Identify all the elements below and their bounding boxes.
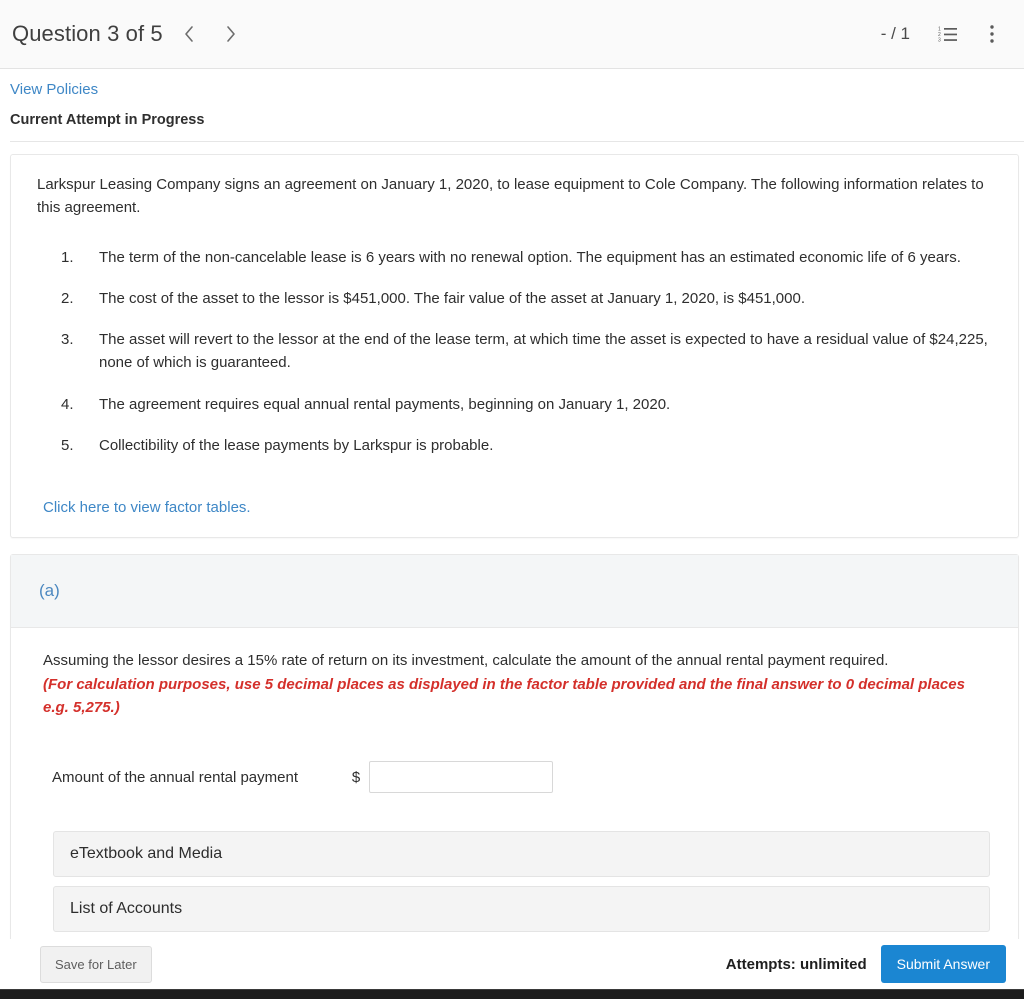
submit-answer-button[interactable]: Submit Answer — [880, 945, 1006, 983]
list-item: The term of the non-cancelable lease is … — [61, 246, 961, 270]
factor-tables-link-wrap: Click here to view factor tables. — [43, 499, 996, 517]
list-item: Collectibility of the lease payments by … — [61, 434, 494, 458]
question-subheader: View Policies Current Attempt in Progres… — [0, 69, 1024, 142]
attempts-status: Attempts: unlimited — [725, 955, 867, 973]
problem-facts-list: The term of the non-cancelable lease is … — [27, 246, 996, 458]
problem-card-body: Larkspur Leasing Company signs an agreem… — [11, 155, 1018, 537]
chevron-left-icon[interactable] — [179, 24, 199, 44]
part-a-body: Assuming the lessor desires a 15% rate o… — [11, 628, 1018, 950]
attempt-status: Current Attempt in Progress — [10, 112, 1024, 142]
problem-intro: Larkspur Leasing Company signs an agreem… — [37, 176, 984, 217]
answer-row: Amount of the annual rental payment $ — [43, 761, 992, 793]
vertical-ellipsis-icon[interactable] — [980, 22, 1004, 46]
save-for-later-button[interactable]: Save for Later — [40, 945, 152, 983]
list-item: The cost of the asset to the lessor is $… — [61, 287, 805, 311]
page-title: Question 3 of 5 — [12, 21, 163, 46]
score-display: - / 1 — [880, 24, 910, 43]
part-a-prompt-note: (For calculation purposes, use 5 decimal… — [43, 675, 965, 716]
os-taskbar-strip — [0, 989, 1024, 999]
list-item: The asset will revert to the lessor at t… — [61, 328, 988, 372]
view-policies-link[interactable]: View Policies — [10, 81, 98, 98]
resource-panels: eTextbook and Media List of Accounts — [43, 831, 992, 932]
part-a-label: (a) — [39, 581, 60, 600]
problem-card: Larkspur Leasing Company signs an agreem… — [10, 154, 1019, 538]
annual-rental-payment-input[interactable] — [369, 761, 553, 793]
currency-symbol: $ — [351, 768, 361, 786]
etextbook-and-media-panel[interactable]: eTextbook and Media — [53, 831, 990, 877]
question-navigation — [179, 24, 241, 44]
factor-tables-link[interactable]: Click here to view factor tables. — [43, 499, 251, 516]
question-header-bar: Question 3 of 5 - / 1 1 2 3 — [0, 0, 1024, 69]
chevron-right-icon[interactable] — [221, 24, 241, 44]
part-a-card: (a) Assuming the lessor desires a 15% ra… — [10, 554, 1019, 951]
list-of-accounts-panel[interactable]: List of Accounts — [53, 886, 990, 932]
part-a-prompt-text: Assuming the lessor desires a 15% rate o… — [43, 652, 889, 669]
part-a-prompt: Assuming the lessor desires a 15% rate o… — [43, 650, 992, 719]
answer-label: Amount of the annual rental payment — [52, 768, 298, 786]
footer-action-bar: Save for Later Attempts: unlimited Submi… — [0, 939, 1024, 989]
list-item: The agreement requires equal annual rent… — [61, 393, 671, 417]
part-a-header: (a) — [11, 555, 1018, 628]
question-page: Question 3 of 5 - / 1 1 2 3 View Policie… — [0, 0, 1024, 999]
svg-text:3: 3 — [938, 38, 941, 44]
numbered-list-icon[interactable]: 1 2 3 — [936, 22, 960, 46]
